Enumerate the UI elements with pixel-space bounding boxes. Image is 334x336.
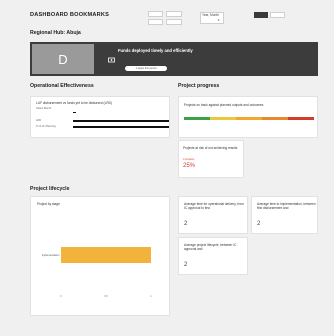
lifecycle-tick-label: 0.5 [104,294,108,298]
lifecycle-time-value: 2 [184,262,188,268]
avatar: D [32,44,94,74]
kpi-chip: 1 target this period [125,66,167,71]
page-title: DASHBOARD BOOKMARKS [30,12,110,18]
segment-2[interactable] [270,12,285,18]
toggle-d[interactable] [166,19,182,25]
toggle-c[interactable] [148,19,163,25]
period-select[interactable]: Year, Month [200,12,224,24]
progress-card-title: Projects on track against planned output… [184,103,264,107]
lifecycle-time-title: Average project lifecycle, between IC ap… [184,243,237,252]
kpi-text: Funds deployed timely and efficiently [118,48,193,53]
lifecycle-category-label: Implementation [42,253,60,257]
row2-label: % of LF Planning [36,125,56,128]
gauge-segment [184,117,210,120]
progress-gauge [184,117,314,120]
lifecycle-tick-label: 1 [150,294,152,298]
row1-bar [73,120,169,122]
implementation-time-value: 2 [257,221,261,227]
progress-card: Projects on track against planned output… [178,96,318,138]
disbursement-card: LUF disbursement vs funds yet to be disb… [30,96,170,138]
toggle-b[interactable] [166,11,182,17]
legend-swatch [73,112,76,113]
operational-title: Operational Effectiveness [30,83,94,89]
implementation-time-title: Average time to implementation, between … [257,202,316,211]
implementation-time-card: Average time to implementation, between … [251,196,318,234]
gauge-segment [262,117,288,120]
money-icon [108,50,115,63]
toggle-a[interactable] [148,11,163,17]
lifecycle-chart: Implementation 0 0.5 1 [42,247,152,298]
gauge-segment [236,117,262,120]
delivery-time-card: Average time for operational delivery, f… [178,196,248,234]
lifecycle-tick-label: 0 [60,294,62,298]
lifecycle-title: Project lifecycle [30,186,70,192]
lifecycle-chart-card: Project by stage Implementation 0 0.5 1 [30,196,170,316]
hub-title: Regional Hub: Abuja [30,30,81,36]
risk-card-title: Projects at risk of not achieving result… [183,146,238,150]
delivery-time-title: Average time for operational delivery, f… [184,202,244,211]
segment-1[interactable] [254,12,268,18]
gauge-segment [288,117,314,120]
gauge-segment [210,117,236,120]
risk-card-sub: 3 projects [183,158,195,161]
row1-label: LRD [36,119,42,122]
lifecycle-time-card: Average project lifecycle, between IC ap… [178,237,248,275]
row2-bar [73,126,169,128]
delivery-time-value: 2 [184,221,188,227]
lifecycle-bar [61,247,151,263]
dashboard-page: DASHBOARD BOOKMARKS Year, Month ▾ Region… [0,0,334,336]
chevron-down-icon: ▾ [218,18,220,22]
progress-title: Project progress [178,83,220,89]
risk-card: Projects at risk of not achieving result… [178,140,244,178]
avatar-letter: D [58,51,68,67]
disbursement-card-sub: Select Month [36,107,52,110]
disbursement-card-title: LUF disbursement vs funds yet to be disb… [36,101,113,105]
period-select-label: Year, Month [202,13,219,17]
risk-value: 25% [183,163,196,169]
